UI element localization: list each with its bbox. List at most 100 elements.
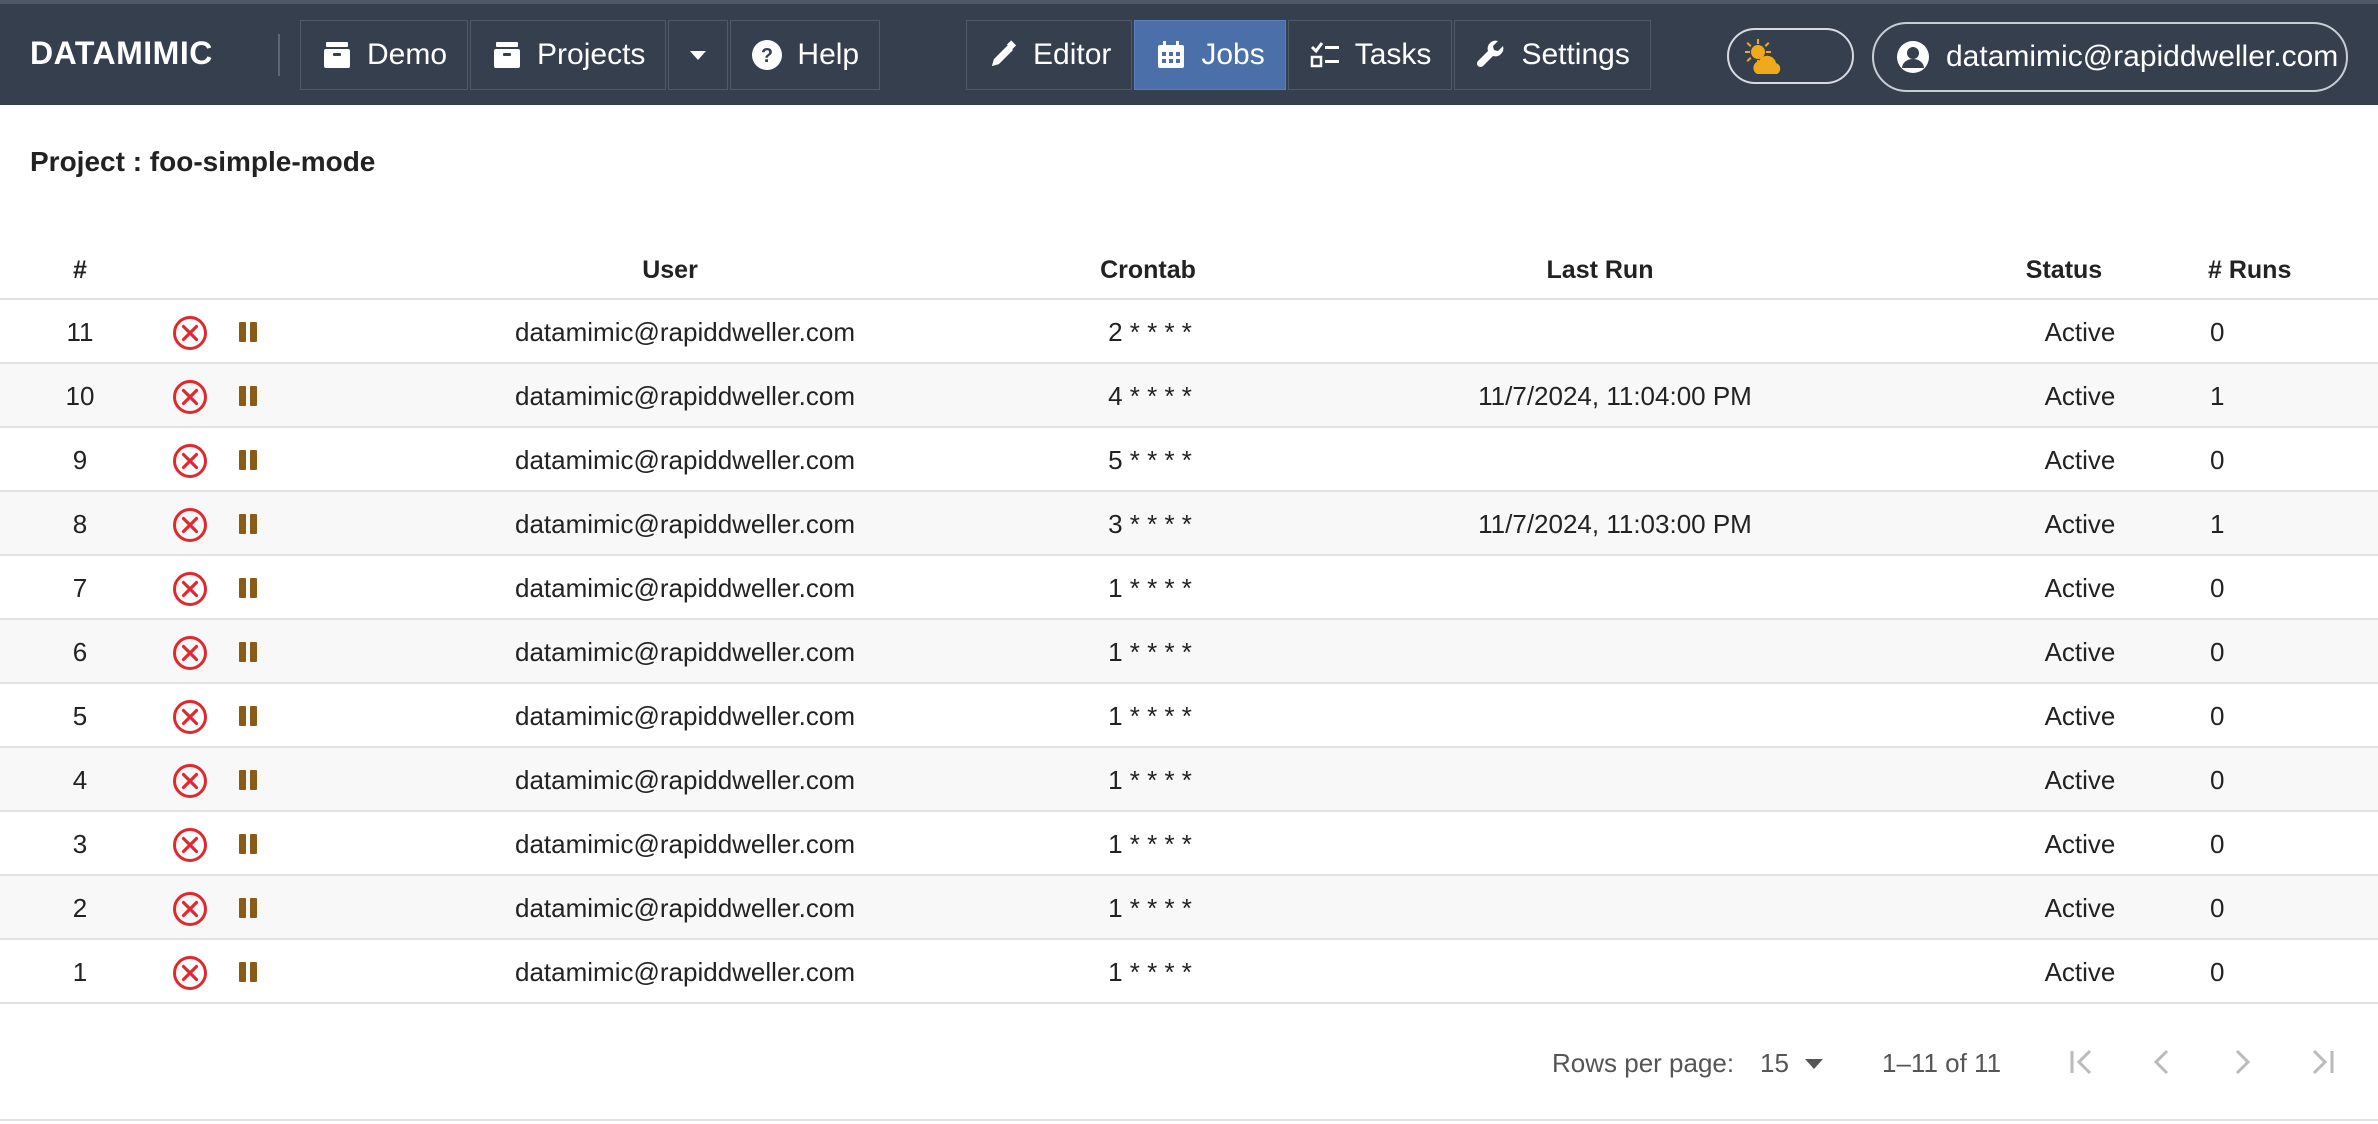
row-runs: 0 <box>2210 957 2225 987</box>
tab-editor[interactable]: Editor <box>966 20 1133 90</box>
row-number: 11 <box>66 317 94 347</box>
row-last-run: 11/7/2024, 11:03:00 PM <box>1478 509 1752 539</box>
rows-per-page-label: Rows per page: <box>1552 1048 1735 1078</box>
delete-job-icon[interactable] <box>172 891 208 927</box>
row-runs: 1 <box>2210 381 2225 411</box>
column-header-num[interactable]: # <box>44 256 116 285</box>
rows-per-page-value: 15 <box>1760 1048 1789 1078</box>
row-user: datamimic@rapiddweller.com <box>515 829 855 859</box>
pause-job-icon[interactable] <box>236 832 260 856</box>
row-status: Active <box>2044 637 2116 667</box>
row-status: Active <box>2044 829 2116 859</box>
theme-toggle[interactable] <box>1727 28 1854 84</box>
row-number: 8 <box>72 509 88 539</box>
row-runs: 0 <box>2210 637 2225 667</box>
row-crontab: 4 * * * * <box>1108 381 1192 411</box>
caret-down-icon <box>1804 1058 1823 1069</box>
row-status: Active <box>2044 509 2116 539</box>
table-row: 3 datamimic@rapiddweller.com 1 * * * * A… <box>0 812 2378 876</box>
table-row: 5 datamimic@rapiddweller.com 1 * * * * A… <box>0 684 2378 748</box>
tab-jobs[interactable]: Jobs <box>1134 20 1286 90</box>
archive-icon <box>494 42 521 68</box>
next-page-button[interactable] <box>2222 1042 2262 1082</box>
delete-job-icon[interactable] <box>172 827 208 863</box>
pause-job-icon[interactable] <box>236 512 260 536</box>
pause-job-icon[interactable] <box>236 384 260 408</box>
pause-job-icon[interactable] <box>236 960 260 984</box>
tab-settings[interactable]: Settings <box>1454 20 1651 90</box>
table-row: 8 datamimic@rapiddweller.com 3 * * * * 1… <box>0 492 2378 556</box>
delete-job-icon[interactable] <box>172 699 208 735</box>
row-runs: 0 <box>2210 893 2225 923</box>
row-status: Active <box>2044 765 2116 795</box>
row-user: datamimic@rapiddweller.com <box>515 509 855 539</box>
row-status: Active <box>2044 317 2116 347</box>
delete-job-icon[interactable] <box>172 507 208 543</box>
top-navbar: DATAMIMIC Demo Projects ? Help Editor Jo… <box>0 0 2378 105</box>
row-number: 5 <box>72 701 88 731</box>
user-account-button[interactable]: datamimic@rapiddweller.com <box>1872 22 2348 92</box>
delete-job-icon[interactable] <box>172 443 208 479</box>
user-avatar-icon <box>1897 41 1929 73</box>
column-header-crontab[interactable]: Crontab <box>1048 256 1248 285</box>
pause-job-icon[interactable] <box>236 448 260 472</box>
pause-job-icon[interactable] <box>236 704 260 728</box>
row-user: datamimic@rapiddweller.com <box>515 957 855 987</box>
nav-projects-label: Projects <box>537 38 646 71</box>
pause-job-icon[interactable] <box>236 640 260 664</box>
nav-help-button[interactable]: ? Help <box>730 20 881 90</box>
nav-demo-label: Demo <box>367 38 448 71</box>
first-page-icon <box>2070 1049 2092 1075</box>
nav-projects-button[interactable]: Projects <box>470 20 667 90</box>
row-crontab: 1 * * * * <box>1108 637 1192 667</box>
tab-settings-label: Settings <box>1521 38 1630 71</box>
table-row: 4 datamimic@rapiddweller.com 1 * * * * A… <box>0 748 2378 812</box>
pause-job-icon[interactable] <box>236 896 260 920</box>
last-page-button[interactable] <box>2302 1042 2342 1082</box>
row-user: datamimic@rapiddweller.com <box>515 381 855 411</box>
table-row: 1 datamimic@rapiddweller.com 1 * * * * A… <box>0 940 2378 1004</box>
previous-page-button[interactable] <box>2142 1042 2182 1082</box>
column-header-runs[interactable]: # Runs <box>2208 256 2328 285</box>
row-status: Active <box>2044 381 2116 411</box>
delete-job-icon[interactable] <box>172 955 208 991</box>
column-header-user[interactable]: User <box>420 256 920 285</box>
row-number: 10 <box>65 381 95 411</box>
delete-job-icon[interactable] <box>172 763 208 799</box>
app-brand[interactable]: DATAMIMIC <box>30 35 213 72</box>
row-crontab: 1 * * * * <box>1108 829 1192 859</box>
delete-job-icon[interactable] <box>172 571 208 607</box>
tab-editor-label: Editor <box>1033 38 1112 71</box>
row-runs: 1 <box>2210 509 2225 539</box>
row-number: 4 <box>72 765 88 795</box>
table-pagination: Rows per page: 15 1–11 of 11 <box>0 1006 2378 1121</box>
column-header-status[interactable]: Status <box>1994 256 2134 285</box>
nav-demo-button[interactable]: Demo <box>300 20 469 90</box>
table-row: 7 datamimic@rapiddweller.com 1 * * * * A… <box>0 556 2378 620</box>
row-crontab: 1 * * * * <box>1108 701 1192 731</box>
row-runs: 0 <box>2210 829 2225 859</box>
last-page-icon <box>2312 1049 2334 1075</box>
column-header-last-run[interactable]: Last Run <box>1375 256 1825 285</box>
row-number: 6 <box>72 637 88 667</box>
delete-job-icon[interactable] <box>172 315 208 351</box>
pause-job-icon[interactable] <box>236 768 260 792</box>
wrench-icon <box>1477 40 1504 68</box>
tab-jobs-label: Jobs <box>1201 38 1265 71</box>
calendar-icon <box>1158 41 1185 68</box>
tab-tasks[interactable]: Tasks <box>1287 20 1453 90</box>
table-row: 6 datamimic@rapiddweller.com 1 * * * * A… <box>0 620 2378 684</box>
pause-job-icon[interactable] <box>236 320 260 344</box>
first-page-button[interactable] <box>2062 1042 2102 1082</box>
delete-job-icon[interactable] <box>172 379 208 415</box>
rows-per-page-select[interactable]: 15 <box>1760 1048 1825 1079</box>
row-number: 9 <box>72 445 88 475</box>
row-crontab: 3 * * * * <box>1108 509 1192 539</box>
pause-job-icon[interactable] <box>236 576 260 600</box>
projects-dropdown-button[interactable] <box>668 20 729 90</box>
row-status: Active <box>2044 701 2116 731</box>
table-header: # User Crontab Last Run Status # Runs <box>0 236 2378 300</box>
row-user: datamimic@rapiddweller.com <box>515 573 855 603</box>
delete-job-icon[interactable] <box>172 635 208 671</box>
pagination-range: 1–11 of 11 <box>1882 1048 2002 1078</box>
